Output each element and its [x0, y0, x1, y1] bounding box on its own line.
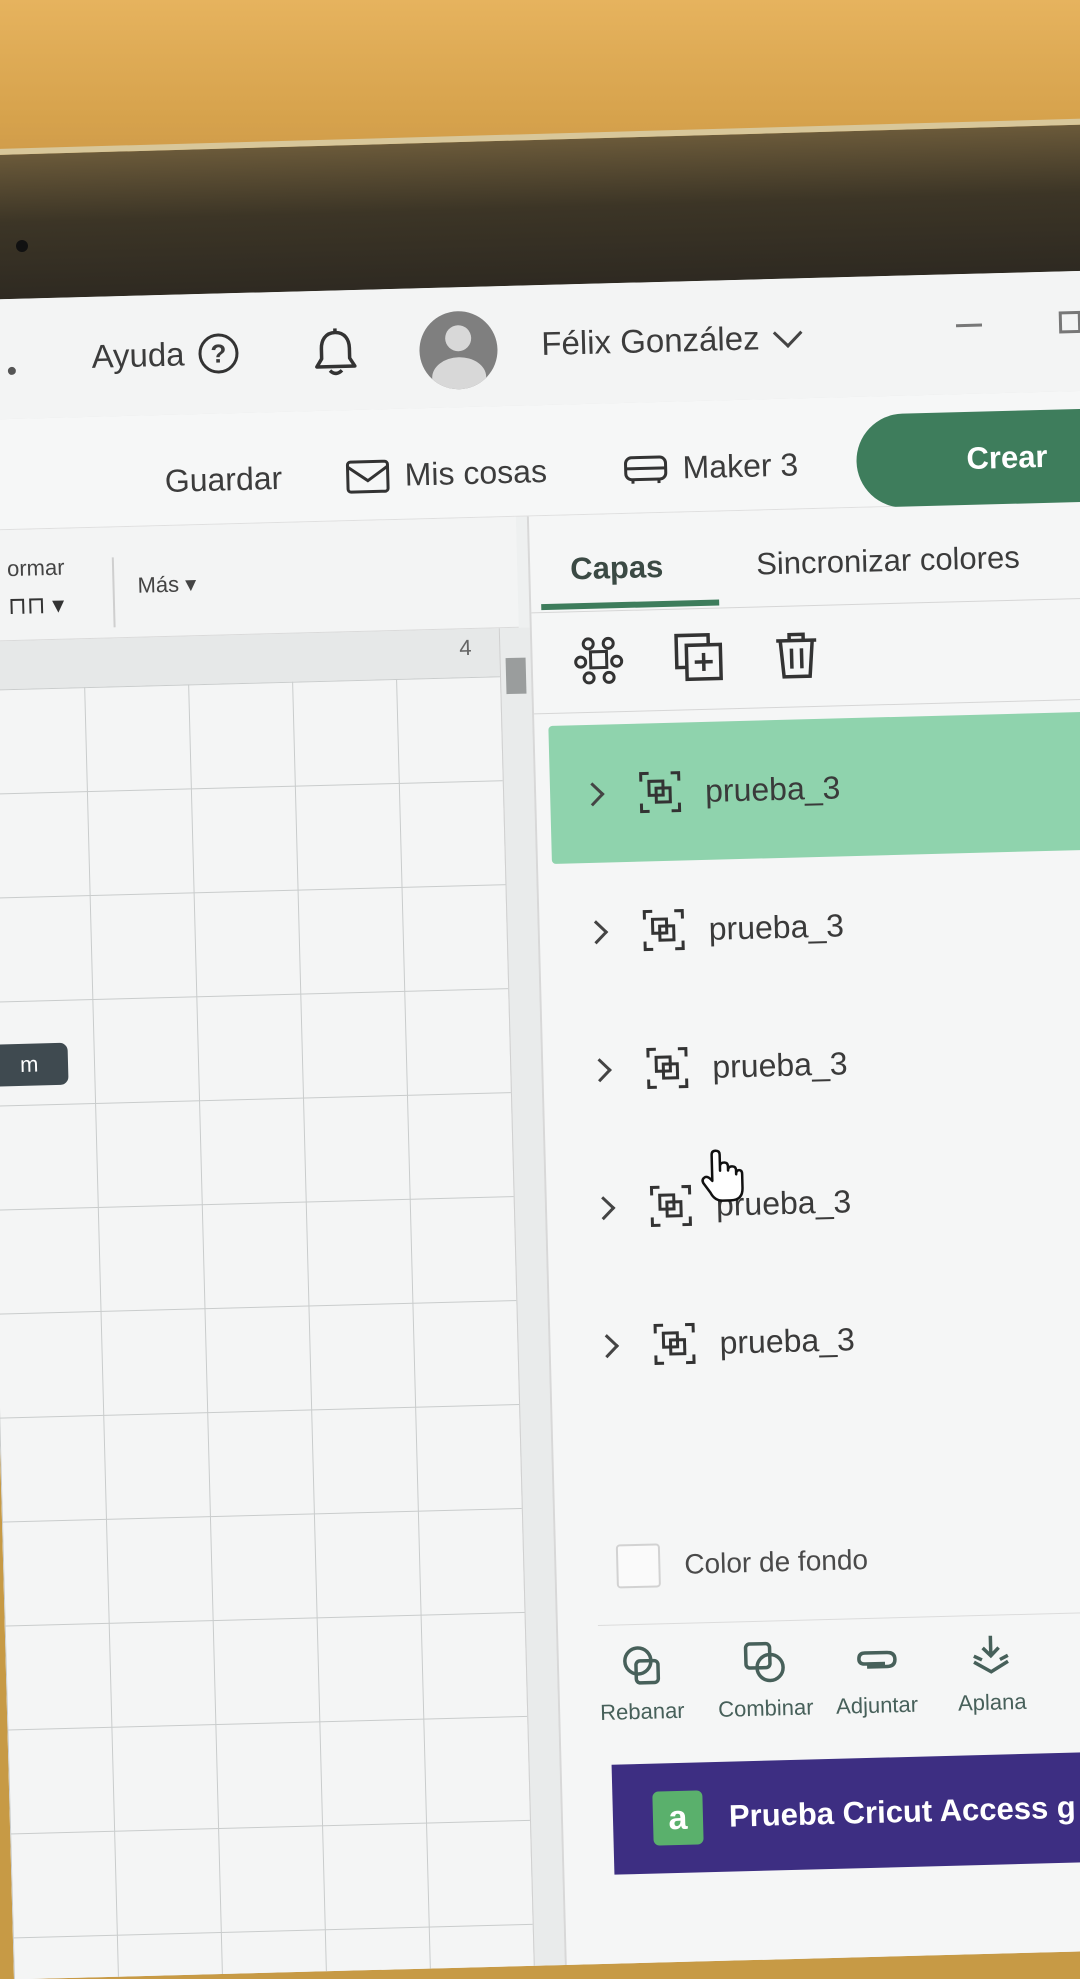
slice-button[interactable]: Rebanar — [598, 1642, 685, 1726]
combine-label: Combinar — [718, 1694, 814, 1722]
layer-name: prueba_3 — [708, 907, 844, 948]
group-layer-icon — [646, 1046, 689, 1089]
layer-row[interactable]: prueba_3 — [542, 986, 1080, 1140]
my-stuff-label: Mis cosas — [404, 453, 547, 494]
minimize-icon[interactable] — [956, 324, 982, 328]
toolbar-divider — [112, 557, 116, 627]
attach-label: Adjuntar — [836, 1692, 919, 1720]
duplicate-icon[interactable] — [672, 630, 725, 683]
group-layer-icon — [639, 771, 682, 814]
group-layer-icon — [653, 1322, 696, 1365]
layer-row[interactable]: prueba_3 — [545, 1124, 1080, 1278]
avatar-head — [445, 325, 472, 352]
chevron-right-icon[interactable] — [591, 1196, 615, 1220]
scrollbar-thumb[interactable] — [506, 658, 527, 695]
help-link[interactable]: Ayuda ? — [91, 333, 239, 377]
help-icon: ? — [198, 333, 239, 374]
group-layer-icon — [649, 1184, 692, 1227]
create-button[interactable]: Crear — [855, 407, 1080, 509]
avatar[interactable] — [418, 310, 498, 390]
attach-icon — [852, 1636, 899, 1683]
layer-list: prueba_3 prueba_3 prueba_3 — [534, 710, 1080, 1416]
dimension-badge: m — [0, 1043, 69, 1087]
machine-icon — [622, 452, 669, 485]
edit-toolbar: ormar ⊓⊓ ▾ Más ▾ — [0, 517, 519, 642]
tab-sync-colors[interactable]: Sincronizar colores — [756, 540, 1020, 583]
layer-row[interactable]: prueba_3 — [549, 1262, 1080, 1416]
layer-name: prueba_3 — [712, 1045, 848, 1086]
machine-button[interactable]: Maker 3 — [622, 446, 799, 488]
align-icon: ⊓⊓ ▾ — [8, 592, 65, 620]
arrange-label: ormar — [7, 555, 65, 582]
webcam — [16, 240, 28, 252]
slice-label: Rebanar — [600, 1698, 685, 1726]
background-color-label: Color de fondo — [684, 1544, 868, 1581]
canvas-grid[interactable] — [0, 676, 534, 1979]
group-layer-icon — [642, 909, 685, 952]
maximize-icon[interactable] — [1059, 311, 1080, 334]
cricut-access-logo: a — [652, 1790, 703, 1845]
combine-button[interactable]: Combinar — [716, 1638, 813, 1722]
user-name: Félix González — [541, 319, 760, 363]
chevron-right-icon[interactable] — [584, 920, 608, 944]
background-color-checkbox[interactable] — [616, 1543, 661, 1588]
create-label: Crear — [966, 439, 1048, 477]
layer-tools — [531, 597, 1080, 714]
my-stuff-button[interactable]: Mis cosas — [344, 453, 547, 495]
more-menu[interactable]: Más ▾ — [137, 571, 196, 599]
app-window: Ayuda ? Félix González Guardar Mis — [0, 270, 1080, 1979]
ruler-mark: 4 — [459, 635, 472, 661]
flatten-label: Aplana — [958, 1689, 1027, 1717]
trash-icon[interactable] — [770, 628, 823, 681]
machine-label: Maker 3 — [682, 446, 799, 486]
help-label: Ayuda — [91, 335, 185, 375]
avatar-body — [432, 357, 487, 391]
slice-icon — [618, 1642, 665, 1689]
chevron-right-icon[interactable] — [581, 782, 605, 806]
attach-button[interactable]: Adjuntar — [834, 1636, 918, 1720]
access-trial-banner[interactable]: a Prueba Cricut Access g — [612, 1748, 1080, 1874]
hand-cursor-icon — [699, 1148, 744, 1205]
group-icon[interactable] — [572, 633, 625, 686]
layer-name: prueba_3 — [705, 769, 841, 810]
layer-row[interactable]: prueba_3 — [548, 710, 1080, 864]
layer-name: prueba_3 — [719, 1321, 855, 1362]
chevron-right-icon[interactable] — [588, 1058, 612, 1082]
bell-icon[interactable] — [311, 326, 360, 379]
chevron-right-icon[interactable] — [595, 1334, 619, 1358]
panel-tabs: Capas Sincronizar colores — [529, 500, 1080, 613]
user-menu[interactable]: Félix González — [541, 318, 799, 363]
chevron-down-icon — [773, 318, 803, 348]
tab-layers[interactable]: Capas — [570, 549, 664, 587]
save-button[interactable]: Guardar — [164, 460, 282, 500]
flatten-button[interactable]: Aplana — [956, 1633, 1027, 1717]
inbox-icon — [344, 458, 391, 495]
menu-dot[interactable] — [8, 367, 16, 375]
flatten-icon — [968, 1633, 1015, 1680]
save-label: Guardar — [164, 460, 282, 500]
layers-panel: Capas Sincronizar colores — [527, 500, 1080, 1976]
combine-icon — [741, 1639, 788, 1686]
arrange-dropdown[interactable]: ⊓⊓ ▾ — [8, 591, 65, 621]
background-color-toggle[interactable]: Color de fondo — [616, 1538, 869, 1589]
bottom-toolbar: Rebanar Combinar Adjuntar — [598, 1609, 1080, 1746]
layer-row[interactable]: prueba_3 — [538, 848, 1080, 1002]
access-banner-label: Prueba Cricut Access g — [728, 1790, 1076, 1835]
